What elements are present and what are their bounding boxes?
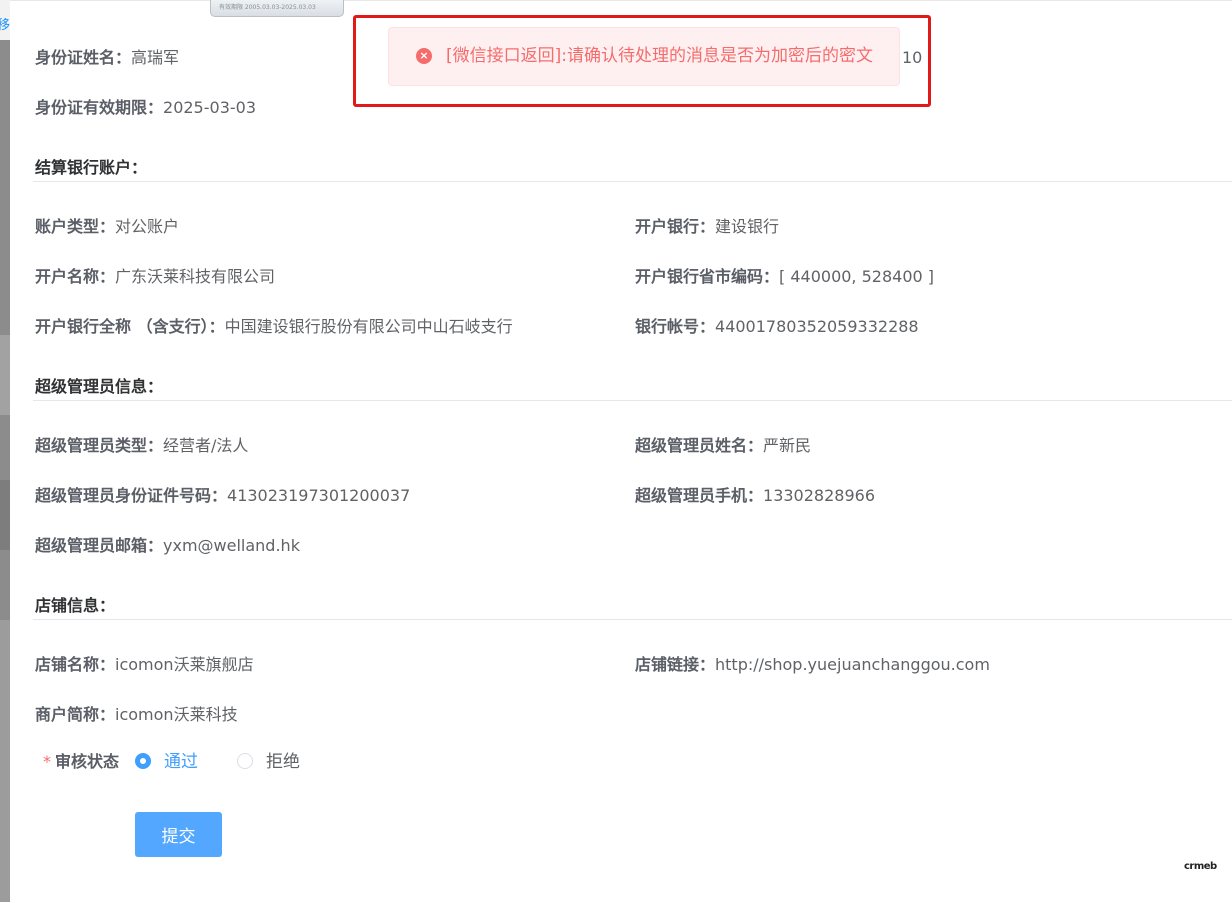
field-value: [ 440000, 528400 ]	[779, 267, 934, 286]
field-label: 超级管理员邮箱：	[35, 536, 164, 555]
field-label: 超级管理员姓名：	[635, 436, 764, 455]
bank-full-name-field: 开户银行全称 （含支行）：中国建设银行股份有限公司中山石岐支行	[35, 316, 513, 338]
radio-approve[interactable]	[135, 753, 151, 769]
field-label: 账户类型：	[35, 217, 116, 236]
review-status-label-text: 审核状态	[55, 752, 120, 771]
background-shade	[0, 480, 10, 550]
section-divider	[33, 400, 1232, 401]
field-value: 13302828966	[763, 486, 875, 505]
field-value: icomon沃莱旗舰店	[115, 655, 254, 674]
field-label: 店铺名称：	[35, 655, 116, 674]
field-value: 广东沃莱科技有限公司	[115, 267, 276, 286]
field-value: 44001780352059332288	[715, 317, 919, 336]
radio-approve-label[interactable]: 通过	[164, 750, 198, 774]
submit-button[interactable]: 提交	[135, 812, 222, 857]
section-divider	[33, 619, 1232, 620]
field-label: 开户名称：	[35, 267, 116, 286]
field-value: 2025-03-03	[163, 98, 256, 117]
section-divider	[33, 181, 1232, 182]
field-label: 超级管理员手机：	[635, 486, 764, 505]
store-link-field: 店铺链接：http://shop.yuejuanchanggou.com	[635, 654, 990, 676]
id-card-thumbnail-text: 有效期限 2005.03.03-2025.03.03	[219, 4, 316, 11]
field-value: http://shop.yuejuanchanggou.com	[715, 655, 990, 674]
field-value: yxm@welland.hk	[163, 536, 300, 555]
section-title-settlement: 结算银行账户：	[35, 158, 148, 177]
field-label: 超级管理员类型：	[35, 436, 164, 455]
highlight-annotation-box	[353, 15, 931, 107]
bank-field: 开户银行：建设银行	[635, 216, 779, 238]
field-label: 店铺链接：	[635, 655, 716, 674]
review-status-label: * 审核状态	[43, 750, 119, 774]
field-value: 中国建设银行股份有限公司中山石岐支行	[224, 317, 513, 336]
bank-region-code-field: 开户银行省市编码：[ 440000, 528400 ]	[635, 266, 934, 288]
field-value: 经营者/法人	[163, 436, 249, 455]
field-label: 超级管理员身份证件号码：	[35, 486, 228, 505]
field-value: icomon沃莱科技	[115, 705, 238, 724]
admin-id-number-field: 超级管理员身份证件号码：413023197301200037	[35, 485, 410, 507]
field-value: 严新民	[763, 436, 812, 455]
field-value: 高瑞军	[131, 48, 180, 67]
field-label: 开户银行省市编码：	[635, 267, 780, 286]
field-value: 建设银行	[715, 217, 780, 236]
bank-account-number-field: 银行帐号：44001780352059332288	[635, 316, 919, 338]
field-label: 商户简称：	[35, 705, 116, 724]
field-label: 银行帐号：	[635, 317, 716, 336]
merchant-short-name-field: 商户简称：icomon沃莱科技	[35, 704, 238, 726]
required-mark: *	[43, 752, 51, 771]
background-shade	[0, 335, 10, 415]
admin-email-field: 超级管理员邮箱：yxm@welland.hk	[35, 535, 300, 557]
background-sidebar-top: 移	[0, 0, 10, 40]
admin-phone-field: 超级管理员手机：13302828966	[635, 485, 875, 507]
field-label: 开户银行：	[635, 217, 716, 236]
field-label: 身份证姓名：	[35, 48, 132, 67]
id-card-image-thumbnail[interactable]: 有效期限 2005.03.03-2025.03.03	[210, 0, 344, 17]
crmeb-logo: crmeb	[1184, 861, 1217, 872]
sidebar-fragment-text: 移	[0, 18, 11, 33]
section-title-admin: 超级管理员信息：	[35, 377, 164, 396]
id-expiry-field: 身份证有效期限：2025-03-03	[35, 97, 256, 119]
field-value: 413023197301200037	[227, 486, 411, 505]
admin-name-field: 超级管理员姓名：严新民	[635, 435, 811, 457]
store-name-field: 店铺名称：icomon沃莱旗舰店	[35, 654, 254, 676]
account-type-field: 账户类型：对公账户	[35, 216, 179, 238]
admin-type-field: 超级管理员类型：经营者/法人	[35, 435, 248, 457]
field-value: 对公账户	[115, 217, 180, 236]
id-name-field: 身份证姓名：高瑞军	[35, 47, 179, 69]
account-name-field: 开户名称：广东沃莱科技有限公司	[35, 266, 275, 288]
field-label: 身份证有效期限：	[35, 98, 164, 117]
radio-reject[interactable]	[237, 753, 253, 769]
background-shade	[0, 620, 10, 902]
radio-reject-label[interactable]: 拒绝	[266, 750, 300, 774]
background-page-edge: 移	[0, 0, 10, 902]
section-title-store: 店铺信息：	[35, 596, 116, 615]
field-label: 开户银行全称 （含支行）：	[35, 317, 225, 336]
